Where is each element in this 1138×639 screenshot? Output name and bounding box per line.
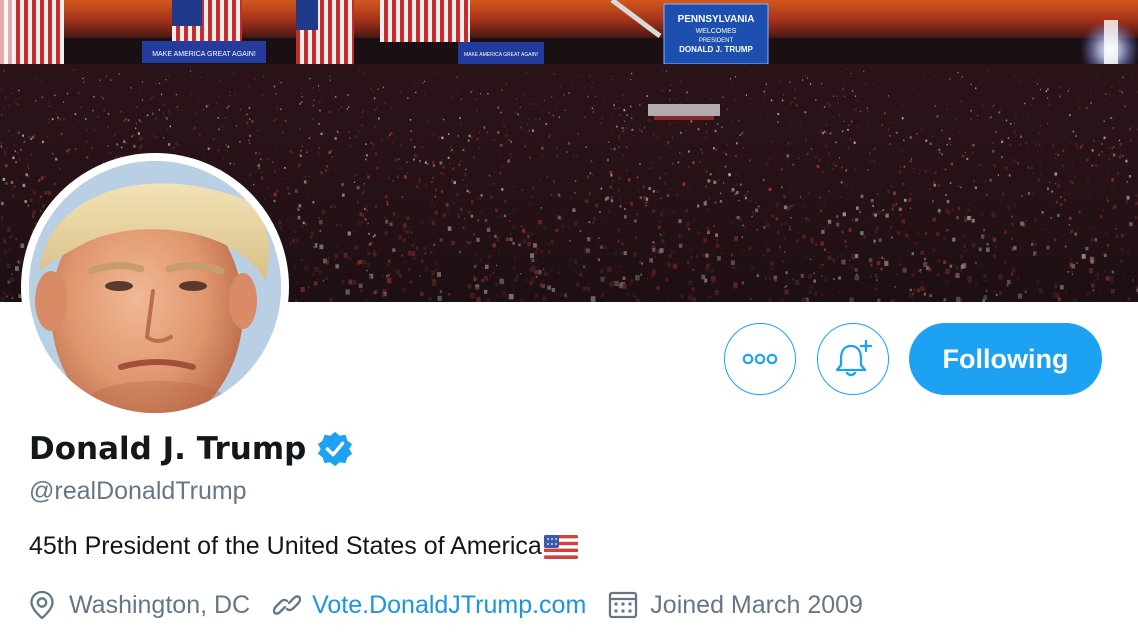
location-item: Washington, DC <box>29 590 250 620</box>
us-flag-emoji <box>543 534 578 559</box>
user-handle: @realDonaldTrump <box>29 477 247 505</box>
bell-plus-icon <box>835 339 873 377</box>
more-button[interactable] <box>724 323 796 395</box>
profile-meta: Washington, DC Vote.DonaldJTrump.com Joi… <box>29 587 863 623</box>
profile-page: MAKE AMERICA GREAT AGAIN! MAKE AMERICA G… <box>0 0 1138 639</box>
following-button[interactable]: Following <box>909 323 1102 395</box>
joined-item: Joined March 2009 <box>586 590 863 620</box>
website-item: Vote.DonaldJTrump.com <box>250 590 586 620</box>
jumbotron-line: DONALD J. TRUMP <box>679 45 753 54</box>
bio: 45th President of the United States of A… <box>29 532 578 561</box>
location-text: Washington, DC <box>69 590 251 619</box>
jumbotron-line: PRESIDENT <box>699 38 734 44</box>
website-link[interactable]: Vote.DonaldJTrump.com <box>312 591 586 620</box>
link-icon <box>272 595 302 615</box>
more-horizontal-icon <box>742 353 778 365</box>
verified-badge-icon[interactable] <box>316 430 354 468</box>
display-name: Donald J. Trump <box>29 431 307 467</box>
profile-photo <box>29 161 281 413</box>
jumbotron-line: PENNSYLVANIA <box>678 14 755 25</box>
notifications-button[interactable] <box>817 323 889 395</box>
rally-sign: MAKE AMERICA GREAT AGAIN! <box>464 52 538 58</box>
calendar-icon <box>609 591 638 619</box>
location-pin-icon <box>30 590 54 620</box>
jumbotron-line: WELCOMES <box>696 28 737 35</box>
rally-sign: MAKE AMERICA GREAT AGAIN! <box>152 51 256 58</box>
joined-date: Joined March 2009 <box>650 590 863 619</box>
name-row: Donald J. Trump <box>29 430 354 468</box>
avatar[interactable] <box>21 153 289 421</box>
bio-text: 45th President of the United States of A… <box>29 532 542 560</box>
